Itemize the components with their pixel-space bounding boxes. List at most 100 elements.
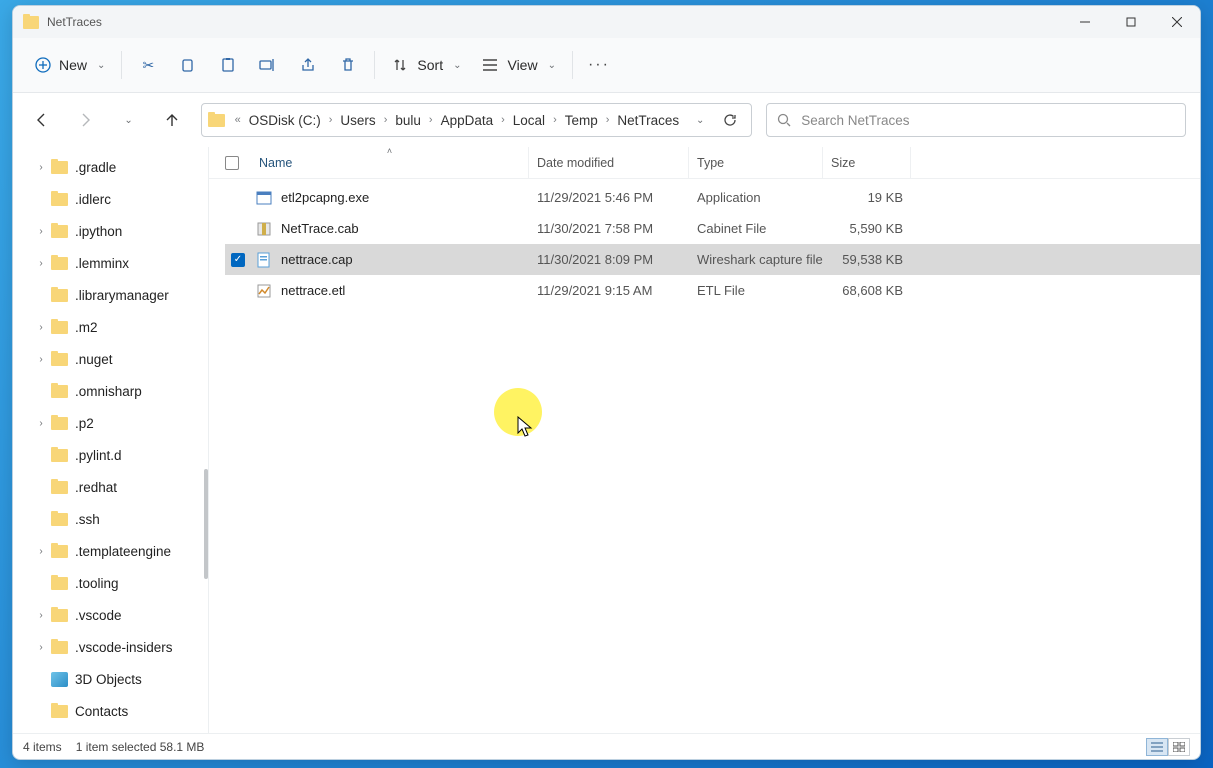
sidebar-item[interactable]: ›.p2 — [13, 407, 208, 439]
file-size: 59,538 KB — [823, 252, 911, 267]
cab-file-icon — [255, 220, 272, 237]
sidebar-item[interactable]: › .vscode — [13, 599, 208, 631]
refresh-button[interactable] — [715, 105, 745, 135]
file-list[interactable]: etl2pcapng.exe11/29/2021 5:46 PMApplicat… — [209, 179, 1200, 733]
share-button[interactable] — [288, 47, 328, 83]
folder-icon — [23, 16, 39, 29]
expand-icon[interactable]: › — [31, 258, 51, 269]
toolbar: New ⌄ ✂ Sort ⌄ View ⌄ ··· — [13, 38, 1200, 93]
expand-icon[interactable]: › — [31, 162, 51, 173]
sidebar-item[interactable]: ›.tooling — [13, 567, 208, 599]
expand-icon[interactable]: › — [31, 322, 51, 333]
new-button[interactable]: New ⌄ — [25, 47, 115, 83]
breadcrumb-item[interactable]: Temp — [559, 113, 604, 128]
file-name: nettrace.cap — [281, 252, 353, 267]
grid-icon — [1173, 742, 1185, 752]
sidebar-item[interactable]: ›.omnisharp — [13, 375, 208, 407]
scrollbar-thumb[interactable] — [204, 469, 208, 579]
sort-button[interactable]: Sort ⌄ — [381, 47, 471, 83]
folder-icon — [51, 609, 68, 622]
file-date: 11/30/2021 7:58 PM — [529, 221, 689, 236]
selection-info: 1 item selected 58.1 MB — [76, 740, 205, 754]
delete-button[interactable] — [328, 47, 368, 83]
close-button[interactable] — [1154, 6, 1200, 38]
maximize-button[interactable] — [1108, 6, 1154, 38]
sidebar-item[interactable]: ›.templateengine — [13, 535, 208, 567]
column-name[interactable]: Name˄ — [251, 147, 529, 178]
sidebar-item-label: .vscode — [75, 608, 122, 623]
copy-button[interactable] — [168, 47, 208, 83]
item-count: 4 items — [23, 740, 62, 754]
breadcrumb-item[interactable]: NetTraces — [611, 113, 685, 128]
view-button[interactable]: View ⌄ — [471, 47, 565, 83]
details-view-button[interactable] — [1146, 738, 1168, 756]
status-bar: 4 items 1 item selected 58.1 MB — [13, 733, 1200, 759]
column-date[interactable]: Date modified — [529, 147, 689, 178]
breadcrumb-item[interactable]: bulu — [389, 113, 427, 128]
minimize-button[interactable] — [1062, 6, 1108, 38]
address-dropdown[interactable]: ⌄ — [685, 105, 715, 135]
expand-icon[interactable]: › — [31, 418, 51, 429]
expand-icon[interactable]: › — [31, 546, 51, 557]
folder-icon — [51, 705, 68, 718]
sidebar-item[interactable]: ›.pylint.d — [13, 439, 208, 471]
sidebar-item[interactable]: ›.lemminx — [13, 247, 208, 279]
search-input[interactable] — [801, 113, 1175, 128]
explorer-window: NetTraces New ⌄ ✂ Sort ⌄ View ⌄ ··· — [12, 5, 1201, 760]
expand-icon[interactable]: › — [31, 642, 51, 653]
file-row[interactable]: NetTrace.cab11/30/2021 7:58 PMCabinet Fi… — [225, 213, 1200, 244]
folder-icon — [51, 545, 68, 558]
select-all-checkbox[interactable] — [225, 156, 239, 170]
breadcrumb-item[interactable]: OSDisk (C:) — [243, 113, 327, 128]
forward-button[interactable] — [70, 104, 99, 136]
column-size[interactable]: Size — [823, 147, 911, 178]
sidebar-item[interactable]: ›.m2 — [13, 311, 208, 343]
folder-icon — [51, 161, 68, 174]
paste-button[interactable] — [208, 47, 248, 83]
rename-button[interactable] — [248, 47, 288, 83]
address-bar[interactable]: « OSDisk (C:)› Users› bulu› AppData› Loc… — [201, 103, 753, 137]
sidebar-item[interactable]: › .nuget — [13, 343, 208, 375]
breadcrumb-item[interactable]: Users — [334, 113, 381, 128]
exe-file-icon — [255, 189, 272, 206]
nav-row: ⌄ « OSDisk (C:)› Users› bulu› AppData› L… — [13, 93, 1200, 147]
sidebar-item-label: .pylint.d — [75, 448, 122, 463]
rename-icon — [259, 56, 277, 74]
sidebar-item[interactable]: ›.ipython — [13, 215, 208, 247]
file-type: Application — [689, 190, 823, 205]
sidebar-item[interactable]: ›.idlerc — [13, 183, 208, 215]
breadcrumb-item[interactable]: Local — [507, 113, 551, 128]
file-row[interactable]: nettrace.etl11/29/2021 9:15 AMETL File68… — [225, 275, 1200, 306]
sort-indicator-icon: ˄ — [387, 146, 392, 156]
thumbnails-view-button[interactable] — [1168, 738, 1190, 756]
sidebar-item[interactable]: › .vscode-insiders — [13, 631, 208, 663]
sidebar-item-label: .vscode-insiders — [75, 640, 173, 655]
breadcrumb-item[interactable]: AppData — [435, 113, 500, 128]
more-button[interactable]: ··· — [579, 47, 619, 83]
file-checkbox[interactable]: ✓ — [231, 253, 245, 267]
view-label: View — [507, 57, 537, 73]
file-row[interactable]: ✓nettrace.cap11/30/2021 8:09 PMWireshark… — [225, 244, 1200, 275]
recent-button[interactable]: ⌄ — [114, 104, 143, 136]
folder-icon — [51, 417, 68, 430]
cut-button[interactable]: ✂ — [128, 47, 168, 83]
sidebar-item[interactable]: ›.ssh — [13, 503, 208, 535]
expand-icon[interactable]: › — [31, 226, 51, 237]
sidebar-item[interactable]: ›.redhat — [13, 471, 208, 503]
expand-icon[interactable]: › — [31, 354, 51, 365]
expand-icon[interactable]: › — [31, 610, 51, 621]
sidebar-item[interactable]: ›3D Objects — [13, 663, 208, 695]
sidebar-item[interactable]: ›.librarymanager — [13, 279, 208, 311]
sidebar[interactable]: ›.gradle›.idlerc›.ipython›.lemminx›.libr… — [13, 147, 209, 733]
sidebar-item-label: .nuget — [75, 352, 113, 367]
sidebar-item[interactable]: ›.gradle — [13, 151, 208, 183]
search-box[interactable] — [766, 103, 1186, 137]
column-type[interactable]: Type — [689, 147, 823, 178]
file-size: 5,590 KB — [823, 221, 911, 236]
back-button[interactable] — [27, 104, 56, 136]
up-button[interactable] — [157, 104, 186, 136]
file-type: ETL File — [689, 283, 823, 298]
sidebar-item[interactable]: ›Contacts — [13, 695, 208, 727]
file-name: NetTrace.cab — [281, 221, 359, 236]
file-row[interactable]: etl2pcapng.exe11/29/2021 5:46 PMApplicat… — [225, 182, 1200, 213]
